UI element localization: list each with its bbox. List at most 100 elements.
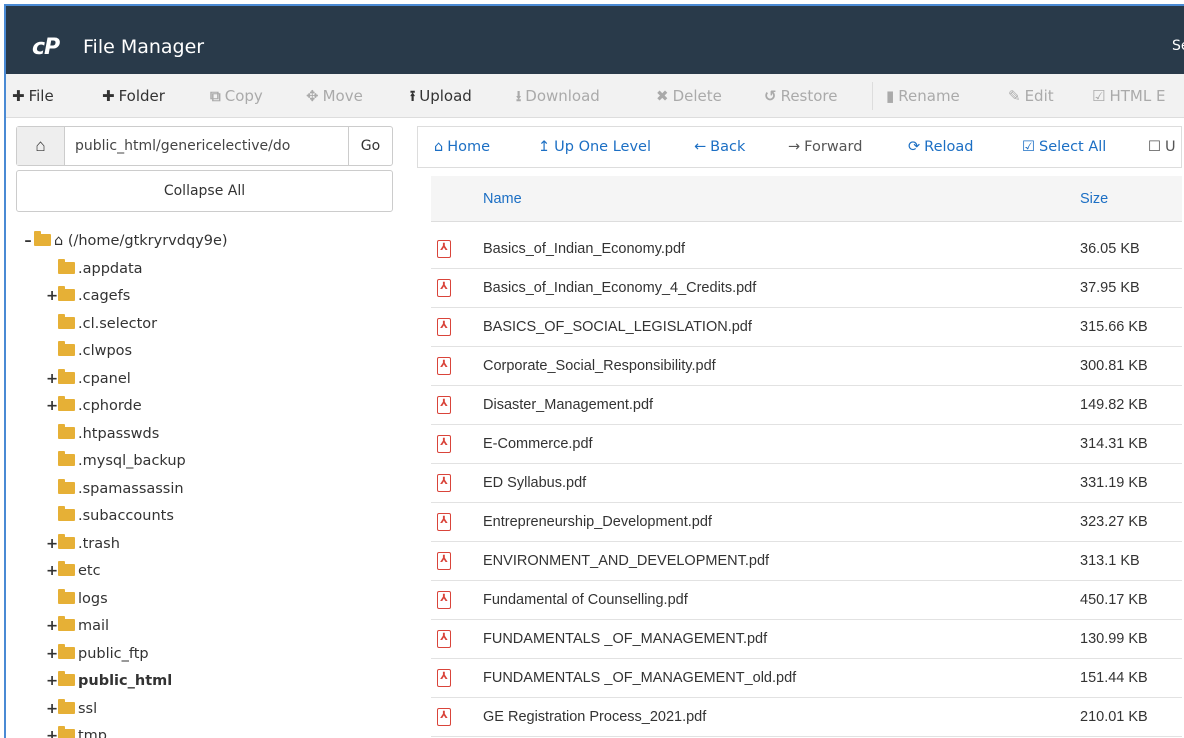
tree-root[interactable]: – ⌂ (/home/gtkryrvdqy9e) [22, 228, 402, 256]
delete-label: Delete [672, 87, 722, 105]
edit-box-icon: ☑ [1092, 87, 1106, 105]
move-button[interactable]: ✥ Move [306, 74, 363, 118]
column-header-size[interactable]: Size [1080, 191, 1108, 207]
file-name: Basics_of_Indian_Economy.pdf [483, 241, 686, 257]
file-size: 130.99 KB [1080, 631, 1148, 647]
file-name: Disaster_Management.pdf [483, 397, 654, 413]
folder-icon [58, 368, 75, 384]
forward-label: Forward [804, 139, 863, 155]
tree-item-label: .cagefs [78, 288, 131, 304]
file-row[interactable]: ⅄ Corporate_Social_Responsibility.pdf 300.… [431, 347, 1182, 386]
file-row[interactable]: ⅄ E-Commerce.pdf 314.31 KB [431, 425, 1182, 464]
delete-button[interactable]: ✖ Delete [656, 74, 722, 118]
folder-icon [58, 451, 75, 466]
back-label: Back [710, 139, 746, 155]
expand-icon[interactable]: + [46, 393, 58, 421]
copy-button[interactable]: ⧉ Copy [210, 74, 263, 118]
select-all-button[interactable]: ☑ Select All [1022, 127, 1106, 167]
tree-item[interactable]: logs [22, 586, 402, 614]
tree-item[interactable]: .cl.selector [22, 311, 402, 339]
path-input[interactable] [75, 127, 355, 165]
file-row[interactable]: ⅄ Fundamental of Counselling.pdf 450.17 KB [431, 581, 1182, 620]
upload-label: Upload [419, 87, 472, 105]
home-icon[interactable]: ⌂ [17, 127, 65, 165]
unselect-all-label: U [1165, 139, 1176, 155]
refresh-icon: ⟳ [908, 139, 921, 155]
restore-button[interactable]: ↺ Restore [764, 74, 838, 118]
tree-item[interactable]: .subaccounts [22, 503, 402, 531]
go-button[interactable]: Go [348, 127, 392, 165]
new-file-button[interactable]: ✚ File [12, 74, 54, 118]
collapse-all-button[interactable]: Collapse All [16, 170, 393, 212]
file-row[interactable]: ⅄ Entrepreneurship_Development.pdf 323.27 … [431, 503, 1182, 542]
tree-item[interactable]: + public_html [22, 668, 402, 696]
file-name: FUNDAMENTALS _OF_MANAGEMENT.pdf [483, 631, 768, 647]
tree-item[interactable]: + tmp [22, 723, 402, 738]
file-row[interactable]: ⅄ Disaster_Management.pdf 149.82 KB [431, 386, 1182, 425]
expand-icon[interactable]: + [46, 283, 58, 311]
tree-item[interactable]: + .cpanel [22, 366, 402, 394]
tree-item-label: mail [78, 618, 110, 634]
expand-icon[interactable]: + [46, 613, 58, 641]
file-row[interactable]: ⅄ ENVIRONMENT_AND_DEVELOPMENT.pdf 313.1 KB [431, 542, 1182, 581]
reload-button[interactable]: ⟳ Reload [908, 127, 974, 167]
tree-item[interactable]: .mysql_backup [22, 448, 402, 476]
edit-button[interactable]: ✎ Edit [1008, 74, 1054, 118]
tree-item[interactable]: + .cagefs [22, 283, 402, 311]
folder-icon [58, 286, 75, 301]
expand-icon[interactable]: + [46, 558, 58, 586]
tree-item[interactable]: .appdata [22, 256, 402, 284]
home-label: Home [447, 139, 491, 155]
file-row[interactable]: ⅄ ED Syllabus.pdf 331.19 KB [431, 464, 1182, 503]
rename-button[interactable]: ▮ Rename [886, 74, 960, 118]
file-name: Entrepreneurship_Development.pdf [483, 514, 712, 530]
forward-button[interactable]: → Forward [788, 127, 862, 167]
expand-icon[interactable]: + [46, 366, 58, 394]
file-row[interactable]: ⅄ BASICS_OF_SOCIAL_LEGISLATION.pdf 315.66 … [431, 308, 1182, 347]
up-one-level-button[interactable]: ↥ Up One Level [538, 127, 651, 167]
file-row[interactable]: ⅄ FUNDAMENTALS _OF_MANAGEMENT.pdf 130.99 K… [431, 620, 1182, 659]
upload-button[interactable]: ⭱ Upload [410, 74, 472, 118]
file-row[interactable]: ⅄ Basics_of_Indian_Economy_4_Credits.pdf 3… [431, 269, 1182, 308]
new-folder-button[interactable]: ✚ Folder [102, 74, 165, 118]
tree-item-label: .trash [78, 535, 120, 552]
tree-item[interactable]: .htpasswds [22, 421, 402, 449]
expand-icon[interactable]: + [46, 723, 58, 738]
cpanel-logo[interactable]: cP [32, 35, 60, 60]
file-size: 313.1 KB [1080, 553, 1140, 569]
collapse-icon[interactable]: – [22, 228, 34, 256]
tree-item[interactable]: + .cphorde [22, 393, 402, 421]
file-row[interactable]: ⅄ Basics_of_Indian_Economy.pdf 36.05 KB [431, 230, 1182, 269]
folder-icon [58, 396, 75, 411]
column-header-name[interactable]: Name [483, 191, 522, 207]
expand-icon[interactable]: + [46, 668, 58, 696]
expand-icon[interactable]: + [46, 641, 58, 669]
tree-item[interactable]: + public_ftp [22, 641, 402, 669]
back-button[interactable]: ← Back [694, 127, 745, 167]
expand-icon[interactable]: + [46, 531, 58, 559]
home-button[interactable]: ⌂ Home [434, 127, 490, 167]
tree-item-label: .cl.selector [78, 315, 158, 332]
move-label: Move [322, 87, 363, 105]
expand-icon[interactable]: + [46, 696, 58, 724]
tree-item[interactable]: + mail [22, 613, 402, 641]
toolbar-divider [872, 82, 873, 110]
app-frame: cP File Manager Se ✚File ✚Folder ⧉Copy ✥… [4, 4, 1184, 738]
unselect-all-button[interactable]: ☐ U [1148, 127, 1176, 167]
move-icon: ✥ [306, 87, 319, 105]
tree-item[interactable]: + ssl [22, 696, 402, 724]
rename-label: Rename [898, 87, 960, 105]
navigation-bar: ⌂ Home ↥ Up One Level ← Back → Forward ⟳ Relo… [417, 126, 1182, 168]
tree-item[interactable]: .clwpos [22, 338, 402, 366]
header-search-label[interactable]: Se [1172, 38, 1184, 54]
file-row[interactable]: ⅄ GE Registration Process_2021.pdf 210.01 … [431, 698, 1182, 737]
tree-item-label: .appdata [78, 260, 143, 277]
tree-item[interactable]: + .trash [22, 531, 402, 559]
file-row[interactable]: ⅄ FUNDAMENTALS _OF_MANAGEMENT_old.pdf 151.… [431, 659, 1182, 698]
download-button[interactable]: ⭳ Download [516, 74, 600, 118]
tree-item[interactable]: + etc [22, 558, 402, 586]
html-editor-button[interactable]: ☑ HTML E [1092, 74, 1165, 118]
file-size: 210.01 KB [1080, 709, 1148, 725]
tree-item[interactable]: .spamassassin [22, 476, 402, 504]
file-size: 331.19 KB [1080, 475, 1148, 491]
